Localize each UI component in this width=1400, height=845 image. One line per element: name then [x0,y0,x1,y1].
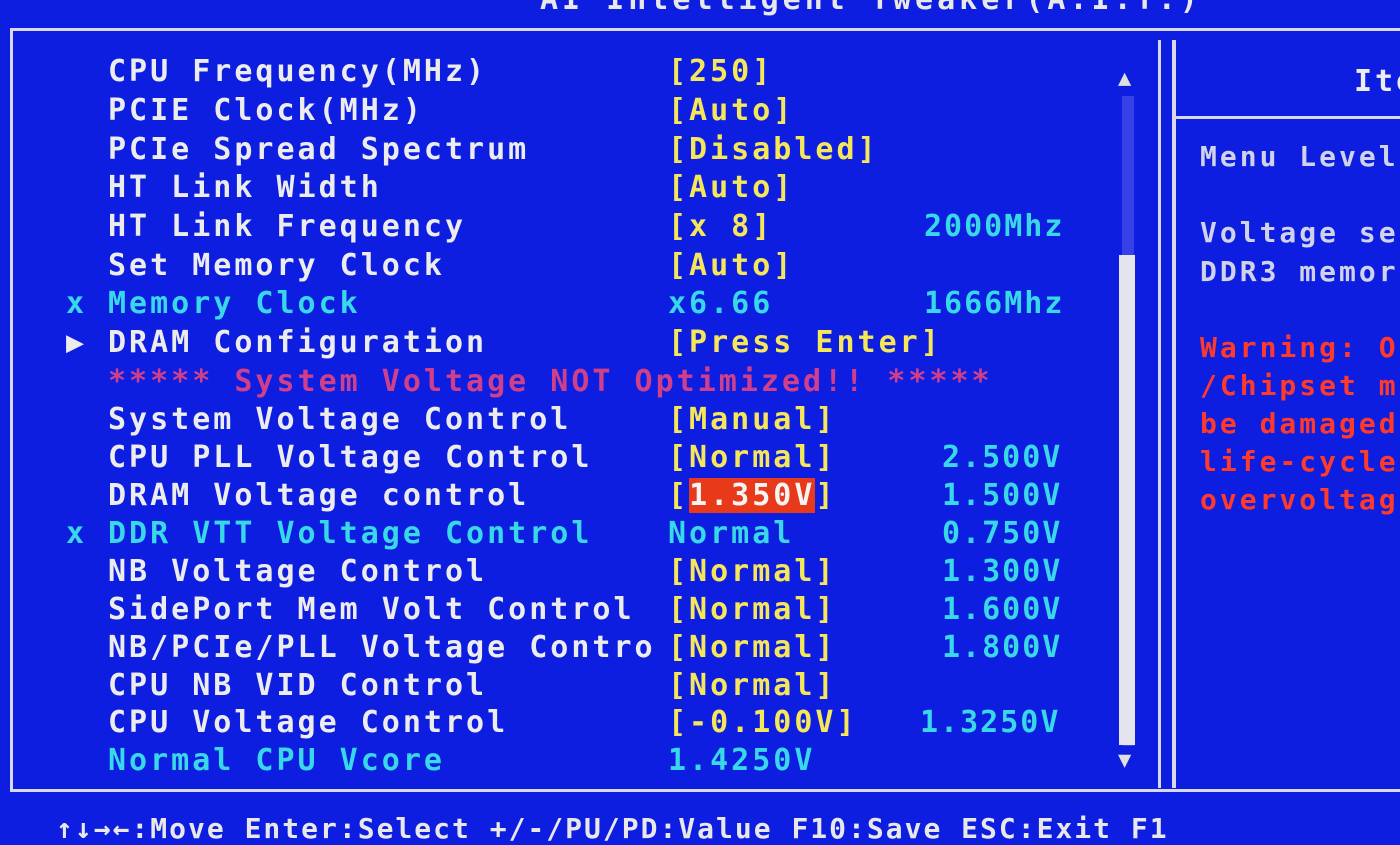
setting-value[interactable]: [Normal] [668,554,837,589]
help-panel-divider [1175,116,1400,119]
setting-value: x6.66 [668,286,774,321]
disabled-marker-icon: x [66,516,85,551]
panel-divider [1158,40,1161,788]
setting-label: CPU Voltage Control [108,705,509,740]
setting-label: PCIE Clock(MHz) [108,93,424,128]
scrollbar-thumb[interactable] [1119,255,1135,745]
disabled-marker-icon: x [66,286,85,321]
scroll-down-icon[interactable]: ▼ [1118,748,1131,773]
setting-row-set-memory-clock[interactable]: Set Memory Clock [Auto] [0,248,1100,286]
setting-label: DDR VTT Voltage Control [108,516,593,551]
setting-row-cpu-frequency[interactable]: CPU Frequency(MHz) [250] [0,54,1100,92]
setting-readout: 0.750V [942,516,1063,551]
setting-label: NB Voltage Control [108,554,488,589]
setting-value-selected[interactable]: [1.350V] [668,478,837,513]
setting-label: System Voltage Control [108,402,572,437]
setting-readout: 2.500V [942,440,1063,475]
setting-readout: 1.300V [942,554,1063,589]
setting-row-pcie-spread-spectrum[interactable]: PCIe Spread Spectrum [Disabled] [0,132,1100,170]
setting-row-nb-pcie-pll-voltage[interactable]: NB/PCIe/PLL Voltage Contro [Normal] 1.80… [0,630,1100,668]
setting-value[interactable]: [Disabled] [668,132,879,167]
setting-row-cpu-nb-vid[interactable]: CPU NB VID Control [Normal] [0,668,1100,706]
setting-row-normal-cpu-vcore: Normal CPU Vcore 1.4250V [0,743,1100,781]
setting-readout: 2000Mhz [924,209,1065,244]
setting-label: DRAM Voltage control [108,478,530,513]
setting-label: SidePort Mem Volt Control [108,592,635,627]
scroll-up-icon[interactable]: ▲ [1118,66,1131,91]
setting-label: Normal CPU Vcore [108,743,445,778]
setting-value[interactable]: [-0.100V] [668,705,858,740]
setting-value: 1.4250V [668,743,816,778]
setting-row-ht-link-width[interactable]: HT Link Width [Auto] [0,170,1100,208]
setting-label: HT Link Frequency [108,209,467,244]
submenu-arrow-icon: ▶ [66,325,85,360]
help-warning-line: Warning: O [1200,331,1399,364]
help-warning-line: /Chipset m [1200,369,1399,402]
help-warning-line: life-cycle [1200,445,1399,478]
setting-value[interactable]: [Press Enter] [668,325,942,360]
setting-value[interactable]: [Normal] [668,630,837,665]
panel-divider-inner [1172,40,1176,788]
warning-text: ***** System Voltage NOT Optimized!! ***… [108,364,993,399]
key-help-footer: ↑↓→←:Move Enter:Select +/-/PU/PD:Value F… [56,812,1169,845]
help-menu-level: Menu Level [1200,140,1399,173]
setting-value[interactable]: [Manual] [668,402,837,437]
setting-label: NB/PCIe/PLL Voltage Contro [108,630,656,665]
setting-value[interactable]: [Auto] [668,248,794,283]
setting-readout: 1666Mhz [924,286,1065,321]
setting-label: CPU Frequency(MHz) [108,54,488,89]
setting-row-pcie-clock[interactable]: PCIE Clock(MHz) [Auto] [0,93,1100,131]
help-warning-line: overvoltag [1200,483,1399,516]
setting-readout: 1.600V [942,592,1063,627]
setting-row-system-voltage-control[interactable]: System Voltage Control [Manual] [0,402,1100,440]
setting-value[interactable]: [Normal] [668,592,837,627]
setting-value[interactable]: [250] [668,54,773,89]
setting-readout: 1.500V [942,478,1063,513]
setting-row-ht-link-frequency[interactable]: HT Link Frequency [x 8] 2000Mhz [0,209,1100,247]
setting-label: PCIe Spread Spectrum [108,132,530,167]
setting-label: Set Memory Clock [108,248,445,283]
setting-label: DRAM Configuration [108,325,488,360]
setting-label: HT Link Width [108,170,382,205]
setting-row-sideport-mem-volt[interactable]: SidePort Mem Volt Control [Normal] 1.600… [0,592,1100,630]
selected-value-highlight[interactable]: 1.350V [689,478,816,513]
help-description-line: DDR3 memor [1200,255,1399,288]
setting-label: Memory Clock [108,286,361,321]
setting-row-nb-voltage[interactable]: NB Voltage Control [Normal] 1.300V [0,554,1100,592]
setting-value[interactable]: [Auto] [668,170,794,205]
setting-readout: 1.3250V [920,705,1061,740]
setting-row-cpu-voltage[interactable]: CPU Voltage Control [-0.100V] 1.3250V [0,705,1100,743]
setting-value[interactable]: [Normal] [668,668,837,703]
setting-row-memory-clock: x Memory Clock x6.66 1666Mhz [0,286,1100,324]
setting-row-cpu-pll-voltage[interactable]: CPU PLL Voltage Control [Normal] 2.500V [0,440,1100,478]
setting-value: Normal [668,516,795,551]
setting-row-dram-voltage[interactable]: DRAM Voltage control [1.350V] 1.500V [0,478,1100,516]
help-panel-title: Ite [1354,64,1400,99]
help-description-line: Voltage se [1200,216,1399,249]
setting-row-dram-configuration[interactable]: ▶ DRAM Configuration [Press Enter] [0,325,1100,363]
voltage-warning-banner: ***** System Voltage NOT Optimized!! ***… [0,364,1100,402]
setting-value[interactable]: [Normal] [668,440,837,475]
setting-value[interactable]: [x 8] [668,209,773,244]
setting-readout: 1.800V [942,630,1063,665]
help-warning-line: be damaged [1200,407,1399,440]
setting-label: CPU PLL Voltage Control [108,440,593,475]
setting-label: CPU NB VID Control [108,668,488,703]
setting-row-ddr-vtt-voltage: x DDR VTT Voltage Control Normal 0.750V [0,516,1100,554]
setting-value[interactable]: [Auto] [668,93,794,128]
page-title: AI Intelligent Tweaker(A.I.T.) [540,0,1202,17]
